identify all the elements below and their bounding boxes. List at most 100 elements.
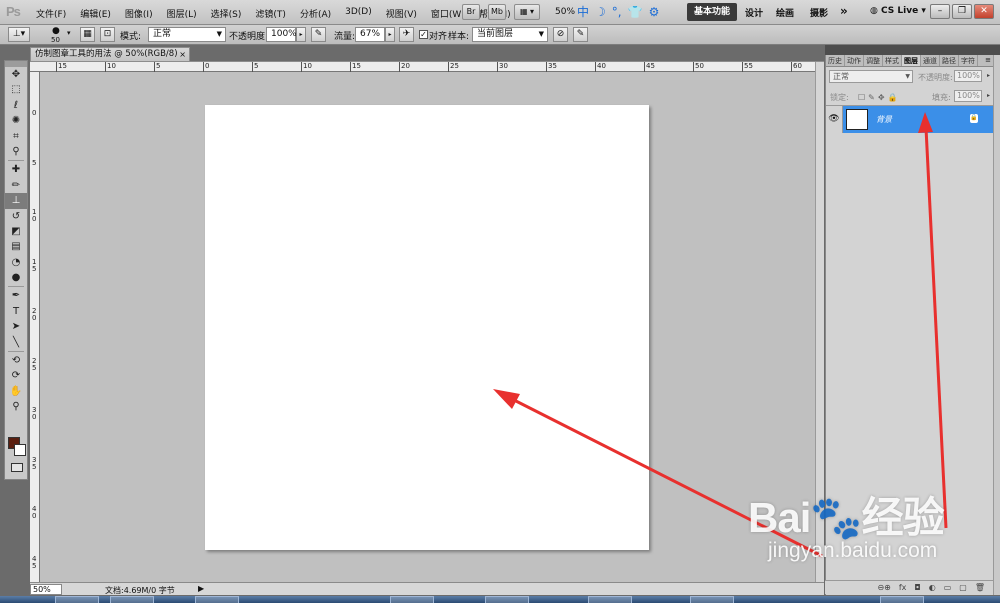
crop-tool-icon[interactable]: ⌗ (5, 129, 27, 144)
document-tab[interactable]: 仿制图章工具的用法 @ 50%(RGB/8) × (30, 47, 190, 61)
menu-file[interactable]: 文件(F) (36, 7, 66, 20)
layer-row-background[interactable]: 👁 背景 🔒 (826, 106, 994, 133)
zoom-tool-icon[interactable]: ⚲ (5, 399, 27, 414)
dodge-tool-icon[interactable]: ● (5, 270, 27, 285)
new-group-icon[interactable]: ▭ (944, 583, 952, 592)
mode-select[interactable]: 正常 ▼ (148, 27, 226, 42)
pen-tool-icon[interactable]: ✒ (5, 288, 27, 303)
taskbar-item[interactable] (880, 596, 924, 603)
vertical-ruler[interactable]: 0 5 1 0 1 5 2 0 2 5 3 0 3 5 4 0 4 5 (30, 72, 40, 582)
tablet-opacity-icon[interactable]: ✎ (311, 27, 326, 42)
history-brush-tool-icon[interactable]: ↺ (5, 209, 27, 224)
tablet-size-icon[interactable]: ✎ (573, 27, 588, 42)
opacity-slider-toggle[interactable]: ▸ (296, 27, 306, 42)
3d-orbit-tool-icon[interactable]: ⟳ (5, 368, 27, 383)
tab-adjustments[interactable]: 调整 (864, 55, 883, 66)
document-workspace[interactable]: 1510505101520253035404550556065 051 01 5… (30, 62, 824, 582)
horizontal-ruler[interactable]: 1510505101520253035404550556065 (30, 62, 824, 72)
taskbar-item[interactable] (195, 596, 239, 603)
tool-preset-picker[interactable]: ⊥▾ (8, 27, 30, 42)
close-button[interactable]: ✕ (974, 4, 994, 19)
lock-transparency-icon[interactable]: ☐ (858, 93, 868, 102)
tab-styles[interactable]: 样式 (883, 55, 902, 66)
lock-position-icon[interactable]: ✥ (878, 93, 888, 102)
fill-input[interactable]: 100% ▸ (954, 90, 990, 102)
zoom-level[interactable]: 50% (555, 7, 575, 17)
menu-3d[interactable]: 3D(D) (345, 7, 372, 20)
lasso-tool-icon[interactable]: ℓ (5, 98, 27, 113)
status-zoom-input[interactable]: 50% (30, 584, 62, 595)
ime-moon-icon[interactable]: ☽ (595, 5, 606, 19)
taskbar-item[interactable] (110, 596, 154, 603)
lock-all-icon[interactable]: 🔒 (888, 93, 901, 102)
blur-tool-icon[interactable]: ◔ (5, 255, 27, 270)
lock-pixels-icon[interactable]: ✎ (868, 93, 878, 102)
workspace-photography[interactable]: 摄影 (810, 6, 828, 19)
arrange-documents-button[interactable]: ▦ ▾ (514, 4, 540, 20)
healing-brush-tool-icon[interactable]: ✚ (5, 162, 27, 177)
menu-view[interactable]: 视图(V) (386, 7, 417, 20)
clone-source-icon[interactable]: ⊡ (100, 27, 115, 42)
background-color-swatch[interactable] (14, 444, 26, 456)
minimize-button[interactable]: – (930, 4, 950, 19)
clone-stamp-tool-icon[interactable]: ⊥ (5, 193, 27, 209)
shape-tool-icon[interactable]: ╲ (5, 335, 27, 350)
image-canvas[interactable] (205, 105, 649, 550)
delete-layer-icon[interactable]: 🗑 (975, 583, 985, 592)
ignore-adjustment-icon[interactable]: ⊘ (553, 27, 568, 42)
menu-layer[interactable]: 图层(L) (167, 7, 197, 20)
layer-style-icon[interactable]: fx (899, 583, 907, 592)
taskbar-item[interactable] (55, 596, 99, 603)
menu-edit[interactable]: 编辑(E) (80, 7, 111, 20)
add-mask-icon[interactable]: ◘ (914, 583, 920, 592)
blend-mode-select[interactable]: 正常 ▼ (829, 70, 913, 83)
cs-live-button[interactable]: ◍ CS Live ▾ (870, 6, 926, 16)
layer-name[interactable]: 背景 (876, 114, 892, 125)
new-layer-icon[interactable]: ▢ (959, 583, 967, 592)
adjustment-layer-icon[interactable]: ◐ (929, 583, 936, 592)
tab-history[interactable]: 历史 (826, 55, 845, 66)
brush-preview-icon[interactable]: ● (52, 26, 60, 36)
tab-paths[interactable]: 路径 (940, 55, 959, 66)
menu-image[interactable]: 图像(I) (125, 7, 153, 20)
status-menu-arrow[interactable]: ▶ (198, 584, 204, 593)
restore-button[interactable]: ❐ (952, 4, 972, 19)
hand-tool-icon[interactable]: ✋ (5, 384, 27, 399)
align-checkbox[interactable]: ✓ (419, 30, 428, 39)
type-tool-icon[interactable]: T (5, 304, 27, 319)
workspace-painting[interactable]: 绘画 (776, 6, 794, 19)
menu-window[interactable]: 窗口(W) (431, 7, 465, 20)
marquee-tool-icon[interactable]: ⬚ (5, 82, 27, 97)
move-tool-icon[interactable]: ✥ (5, 67, 27, 82)
tab-character[interactable]: 字符 (959, 55, 978, 66)
workspace-design[interactable]: 设计 (745, 6, 763, 19)
minibridge-button[interactable]: Mb (488, 4, 506, 20)
eyedropper-tool-icon[interactable]: ⚲ (5, 144, 27, 159)
quick-select-tool-icon[interactable]: ✺ (5, 113, 27, 128)
ime-punct-icon[interactable]: °, (612, 5, 622, 19)
taskbar-item[interactable] (485, 596, 529, 603)
lock-options[interactable]: ☐✎✥🔒 (858, 93, 901, 102)
eraser-tool-icon[interactable]: ◩ (5, 224, 27, 239)
sample-select[interactable]: 当前图层 ▼ (472, 27, 548, 42)
menu-analysis[interactable]: 分析(A) (300, 7, 331, 20)
menu-select[interactable]: 选择(S) (211, 7, 242, 20)
gradient-tool-icon[interactable]: ▤ (5, 239, 27, 254)
menu-filter[interactable]: 滤镜(T) (255, 7, 286, 20)
tab-layers[interactable]: 图层 (902, 55, 921, 66)
brush-dropdown-icon[interactable]: ▾ (67, 29, 71, 37)
layer-opacity-input[interactable]: 100% ▸ (954, 70, 990, 82)
layer-thumbnail[interactable] (846, 109, 868, 130)
panel-scrollbar[interactable] (993, 55, 1000, 595)
panel-menu-icon[interactable]: ≡ (985, 56, 991, 64)
link-layers-icon[interactable]: ⊖⊕ (877, 583, 890, 592)
flow-slider-toggle[interactable]: ▸ (385, 27, 395, 42)
more-workspaces-button[interactable]: » (840, 4, 848, 18)
opacity-input[interactable]: 100% (266, 27, 297, 42)
ime-skin-icon[interactable]: 👕 (628, 5, 643, 19)
ime-chinese-icon[interactable]: 中 (577, 3, 589, 20)
taskbar-item[interactable] (588, 596, 632, 603)
visibility-eye-icon[interactable]: 👁 (826, 106, 843, 133)
3d-rotate-tool-icon[interactable]: ⟲ (5, 353, 27, 368)
quick-mask-icon[interactable] (11, 463, 23, 472)
